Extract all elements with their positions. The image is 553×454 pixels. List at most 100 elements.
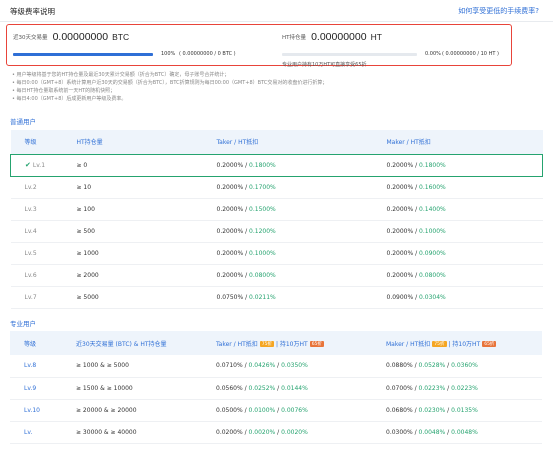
table-header-row: 等级 HT持仓量 Taker / HT抵扣 Maker / HT抵扣 — [10, 130, 543, 154]
volume-progress-detail: ( 0.00000000 / 0 BTC ) — [179, 51, 236, 57]
taker-ht-rate: 0.0426% — [248, 362, 276, 370]
holding-cell: ≥ 5000 — [62, 286, 203, 309]
taker-cell: 0.0710% / 0.0426% / 0.0350% — [202, 355, 372, 378]
maker-ht-rate-2: 0.0360% — [451, 362, 478, 370]
table-row: Lv.8 ≥ 1000 & ≥ 5000 0.0710% / 0.0426% / 0… — [10, 355, 542, 378]
level-text: Lv.6 — [24, 271, 37, 279]
table-row: Lv.6 ≥ 2000 0.2000% / 0.0800% 0.2000% / 0.0… — [10, 264, 543, 287]
taker-ht-rate: 0.1800% — [249, 161, 276, 169]
taker-ht-rate: 0.1200% — [249, 227, 276, 235]
level-cell: Lv.10 — [10, 399, 62, 422]
holding-progress-bar — [282, 53, 417, 56]
level-text: Lv.1 — [32, 162, 46, 169]
volume-cell: ≥ 1500 & ≥ 10000 — [62, 377, 202, 400]
level-cell: Lv.9 — [10, 377, 62, 400]
taker-cell: 0.0560% / 0.0252% / 0.0144% — [202, 377, 372, 400]
maker-cell: 0.2000% / 0.1000% — [372, 220, 543, 243]
col-taker: Taker / HT抵扣 75折 | 持10万HT 65折 — [202, 331, 372, 355]
taker-cell: 0.2000% / 0.1000% — [202, 242, 373, 265]
col-level: 等级 — [24, 139, 37, 147]
taker-ht-rate: 0.0211% — [249, 293, 276, 301]
maker-cell: 0.2000% / 0.1800% — [372, 153, 543, 177]
level-cell: Lv.8 — [10, 355, 62, 378]
taker-cell: 0.2000% / 0.1500% — [202, 198, 373, 221]
taker-ht-rate: 0.0100% — [248, 406, 276, 414]
taker-ht-rate-2: 0.0350% — [281, 362, 308, 370]
taker-rate: 0.2000% — [216, 205, 244, 213]
maker-ht-rate: 0.0304% — [419, 293, 446, 301]
help-link[interactable]: 如何享受更低的手续费率? — [458, 6, 539, 16]
taker-ht-rate: 0.0252% — [248, 384, 276, 392]
taker-cell: 0.2000% / 0.1800% — [202, 153, 373, 177]
level-text: Lv.7 — [24, 293, 37, 301]
maker-cell: 0.0700% / 0.0223% / 0.0223% — [372, 377, 542, 400]
maker-ht-rate-2: 0.0135% — [451, 406, 478, 414]
maker-ht-rate: 0.1000% — [419, 227, 446, 235]
taker-ht-rate-2: 0.0020% — [281, 428, 308, 436]
holding-stat: HT持仓量 0.00000000 HT 0.00% ( 0.00000000 /… — [282, 31, 502, 68]
col-volume-holding: 近30天交易量 (BTC) & HT持仓量 — [76, 340, 167, 348]
maker-ht-rate: 0.1800% — [419, 161, 446, 169]
taker-ht-rate: 0.0020% — [248, 428, 276, 436]
maker-ht-rate: 0.0048% — [418, 428, 446, 436]
note-item: • 用户等级将基于您的HT持仓量及最近30天累计交易额（折合为BTC）确定，母子… — [12, 72, 230, 78]
holding-progress-text: 0.00% — [425, 51, 441, 57]
regular-fee-table: 等级 HT持仓量 Taker / HT抵扣 Maker / HT抵扣 ✔ Lv.1… — [10, 130, 543, 309]
col-maker: Maker / HT抵扣 75折 | 持10万HT 65折 — [372, 331, 542, 355]
holding-unit: HT — [370, 32, 382, 42]
taker-cell: 0.2000% / 0.1700% — [202, 176, 373, 199]
volume-progress-bar — [13, 53, 153, 56]
maker-ht-rate: 0.0230% — [418, 406, 446, 414]
taker-ht-rate: 0.1700% — [249, 183, 276, 191]
maker-ht-rate: 0.0900% — [419, 249, 446, 257]
maker-cell: 0.2000% / 0.0800% — [372, 264, 543, 287]
note-item: • 每日4:00（GMT+8）后成更新用户等级及费率。 — [12, 96, 127, 102]
volume-progress-fill — [13, 53, 153, 56]
taker-rate: 0.2000% — [216, 271, 244, 279]
fee-level-page: 等级费率说明 如何享受更低的手续费率? 近30天交易量 0.00000000 B… — [0, 0, 553, 454]
level-text: Lv.2 — [24, 183, 37, 191]
maker-cell: 0.0680% / 0.0230% / 0.0135% — [372, 399, 542, 422]
taker-rate: 0.0560% — [216, 384, 243, 392]
check-icon: ✔ — [25, 161, 31, 169]
maker-mid-label: | 持10万HT — [448, 340, 481, 348]
volume-cell: ≥ 1000 & ≥ 5000 — [62, 355, 202, 378]
holding-cell: ≥ 10 — [62, 176, 203, 199]
taker-ht-rate: 0.1000% — [249, 249, 276, 257]
holding-progress-detail: ( 0.00000000 / 10 HT ) — [442, 51, 499, 57]
taker-cell: 0.2000% / 0.1200% — [202, 220, 373, 243]
note-item: • 每日0:00（GMT+8）系统计算用户近30天的交易额（折合为BTC），BT… — [12, 80, 328, 86]
volume-cell: ≥ 30000 & ≥ 40000 — [62, 421, 202, 444]
maker-ht-rate: 0.0223% — [418, 384, 446, 392]
maker-label: Maker / HT抵扣 — [386, 340, 431, 348]
discount-badge: 65折 — [309, 341, 324, 347]
volume-progress-text: 100% — [161, 51, 176, 57]
maker-ht-rate: 0.1600% — [419, 183, 446, 191]
discount-badge: 75折 — [432, 341, 447, 347]
table-row: Lv. ≥ 30000 & ≥ 40000 0.0200% / 0.0020% / … — [10, 421, 542, 444]
volume-stat: 近30天交易量 0.00000000 BTC 100% ( 0.00000000… — [13, 31, 243, 57]
taker-rate: 0.0500% — [216, 406, 243, 414]
col-level: 等级 — [24, 340, 37, 348]
table-header-row: 等级 近30天交易量 (BTC) & HT持仓量 Taker / HT抵扣 75折… — [10, 331, 542, 355]
discount-badge: 75折 — [259, 341, 275, 347]
discount-badge: 65折 — [482, 341, 497, 347]
pro-users-label: 专业用户 — [10, 320, 36, 328]
taker-ht-rate-2: 0.0076% — [281, 406, 308, 414]
maker-rate: 0.0880% — [386, 362, 413, 370]
maker-cell: 0.2000% / 0.1400% — [372, 198, 543, 221]
taker-rate: 0.0750% — [216, 293, 244, 301]
maker-rate: 0.2000% — [386, 161, 414, 169]
level-cell: Lv. — [10, 421, 62, 444]
maker-rate: 0.0680% — [386, 406, 413, 414]
table-row: Lv.2 ≥ 10 0.2000% / 0.1700% 0.2000% / 0.160… — [10, 176, 543, 199]
pro-fee-table: 等级 近30天交易量 (BTC) & HT持仓量 Taker / HT抵扣 75折… — [10, 331, 542, 444]
maker-rate: 0.0700% — [386, 384, 413, 392]
table-row: Lv.10 ≥ 20000 & ≥ 20000 0.0500% / 0.0100% … — [10, 399, 542, 422]
taker-ht-rate: 0.1500% — [249, 205, 276, 213]
table-row: Lv.5 ≥ 1000 0.2000% / 0.1000% 0.2000% / 0.0… — [10, 242, 543, 265]
holding-cell: ≥ 0 — [62, 153, 203, 177]
col-maker: Maker / HT抵扣 — [386, 139, 431, 147]
col-taker: Taker / HT抵扣 — [216, 139, 259, 147]
taker-cell: 0.0750% / 0.0211% — [202, 286, 373, 309]
